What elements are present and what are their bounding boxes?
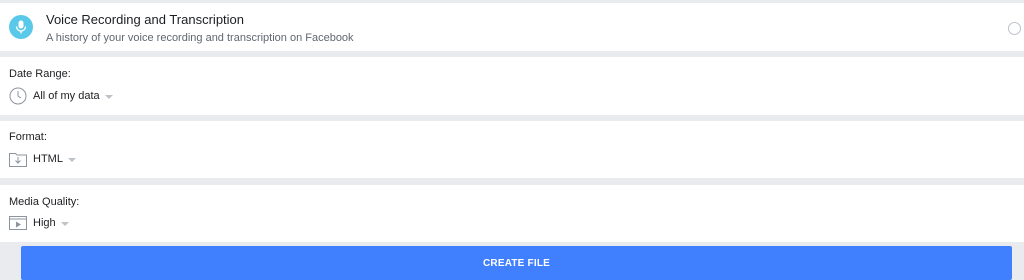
format-value: HTML <box>33 153 63 165</box>
date-range-value: All of my data <box>33 90 100 102</box>
download-folder-icon <box>9 150 27 168</box>
chevron-down-icon <box>60 221 69 226</box>
media-quality-label: Media Quality: <box>9 196 80 208</box>
format-section: Format: HTML <box>0 121 1024 178</box>
date-range-section: Date Range: All of my data <box>0 57 1024 115</box>
create-file-button[interactable]: CREATE FILE <box>21 246 1012 280</box>
download-your-information-panel: Voice Recording and Transcription A hist… <box>0 0 1024 280</box>
category-item-voice-recording[interactable]: Voice Recording and Transcription A hist… <box>0 3 1024 51</box>
chevron-down-icon <box>104 94 113 99</box>
category-description: A history of your voice recording and tr… <box>46 32 354 44</box>
chevron-down-icon <box>67 157 76 162</box>
category-select-radio[interactable] <box>1008 22 1021 35</box>
format-label: Format: <box>9 131 47 143</box>
clock-icon <box>9 87 27 105</box>
category-title: Voice Recording and Transcription <box>46 12 245 27</box>
media-quality-section: Media Quality: High <box>0 185 1024 242</box>
media-quality-selector[interactable]: High <box>9 213 69 233</box>
microphone-icon <box>9 15 33 39</box>
date-range-selector[interactable]: All of my data <box>9 86 113 106</box>
date-range-label: Date Range: <box>9 68 71 80</box>
video-play-icon <box>9 214 27 232</box>
format-selector[interactable]: HTML <box>9 149 76 169</box>
media-quality-value: High <box>33 217 56 229</box>
